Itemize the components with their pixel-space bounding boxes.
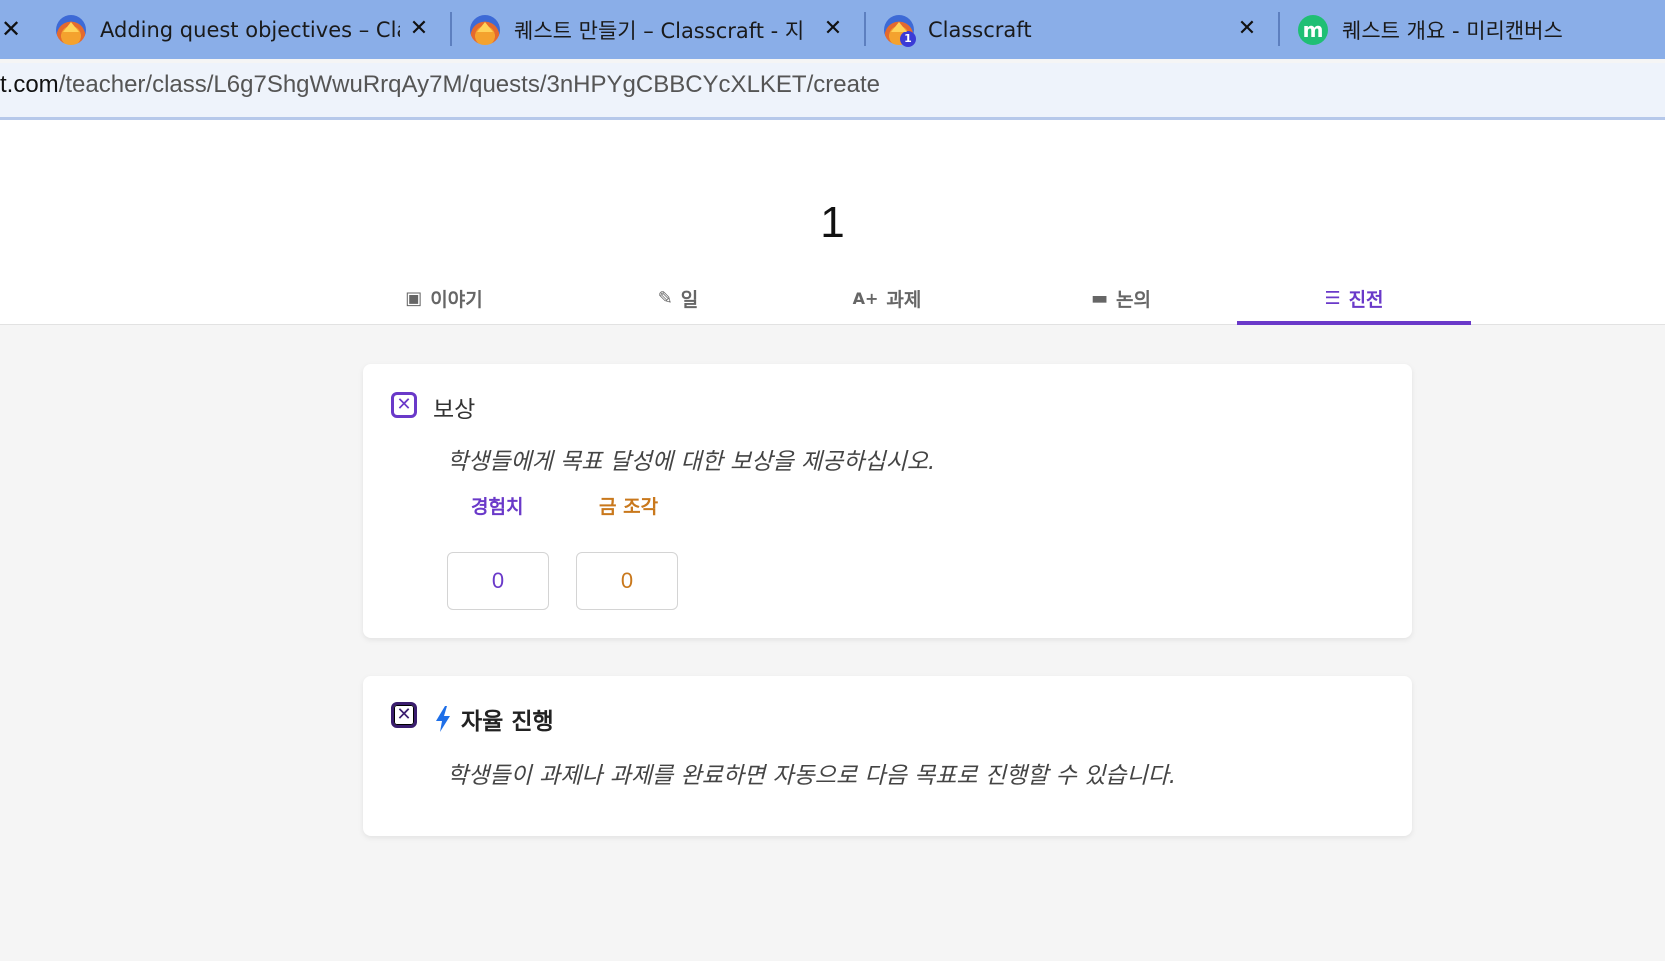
- auto-progress-toggle-checkbox[interactable]: ✕: [391, 702, 417, 728]
- close-icon[interactable]: ✕: [1232, 14, 1262, 44]
- browser-tab-classcraft[interactable]: 1 Classcraft ✕: [884, 0, 1262, 59]
- tab-title: Classcraft: [928, 17, 1032, 42]
- browser-tab-miricanvas[interactable]: m 퀘스트 개요 - 미리캔버스: [1298, 0, 1665, 59]
- lightning-icon: [436, 706, 450, 732]
- gold-label: 금 조각: [599, 496, 659, 518]
- browser-tab-create-quest[interactable]: 퀘스트 만들기 – Classcraft - 지 ✕: [470, 0, 848, 59]
- quest-tabs: ▣ 이야기 ✎ 일 A+ 과제 ▬ 논의 ☰ 진전: [0, 272, 1665, 325]
- tab-separator: [864, 12, 866, 46]
- quest-number: 1: [820, 198, 845, 247]
- tab-title: 퀘스트 만들기 – Classcraft - 지: [514, 18, 805, 43]
- reward-title: 보상: [433, 397, 476, 423]
- close-icon[interactable]: ✕: [818, 14, 848, 44]
- classcraft-notification-icon: 1: [884, 14, 916, 47]
- edit-icon: ✎: [657, 287, 673, 309]
- grade-icon: A+: [852, 288, 879, 308]
- tab-assignment[interactable]: A+ 과제: [770, 272, 1004, 324]
- tab-label: 일: [680, 288, 699, 311]
- tab-separator: [450, 12, 452, 46]
- reward-description: 학생들에게 목표 달성에 대한 보상을 제공하십시오.: [447, 449, 936, 475]
- tab-progress[interactable]: ☰ 진전: [1237, 272, 1471, 325]
- classcraft-icon: [470, 14, 500, 45]
- xp-label: 경험치: [471, 496, 524, 518]
- auto-progress-title: 자율 진행: [461, 709, 554, 735]
- book-icon: ▣: [405, 287, 423, 309]
- close-icon[interactable]: ✕: [404, 14, 434, 44]
- url-host: t.com: [0, 71, 59, 98]
- notification-badge: 1: [900, 30, 916, 47]
- miricanvas-icon: m: [1298, 14, 1328, 45]
- tab-label: 논의: [1116, 288, 1151, 311]
- chat-icon: ▬: [1091, 287, 1109, 309]
- auto-progress-description: 학생들이 과제나 과제를 완료하면 자동으로 다음 목표로 진행할 수 있습니다…: [447, 763, 1177, 789]
- reward-card: ✕ 보상 학생들에게 목표 달성에 대한 보상을 제공하십시오. 경험치 금 조…: [363, 364, 1412, 638]
- gold-input[interactable]: [576, 552, 678, 610]
- url-text[interactable]: t.com/teacher/class/L6g7ShgWwuRrqAy7M/qu…: [0, 71, 880, 99]
- checklist-icon: ☰: [1324, 287, 1341, 309]
- xp-input[interactable]: [447, 552, 549, 610]
- address-bar[interactable]: t.com/teacher/class/L6g7ShgWwuRrqAy7M/qu…: [0, 63, 1665, 120]
- tab-separator: [1278, 12, 1280, 46]
- tab-story[interactable]: ▣ 이야기: [327, 272, 561, 324]
- close-icon[interactable]: ✕: [0, 14, 22, 44]
- tab-label: 과제: [886, 288, 922, 311]
- tab-title: 퀘스트 개요 - 미리캔버스: [1342, 18, 1563, 43]
- tab-label: 이야기: [430, 288, 483, 311]
- tab-label: 진전: [1348, 288, 1384, 311]
- browser-tab-adding-objectives[interactable]: Adding quest objectives – Class ✕: [56, 0, 434, 59]
- tab-discussion[interactable]: ▬ 논의: [1004, 272, 1238, 324]
- classcraft-icon: [56, 14, 86, 45]
- reward-toggle-checkbox[interactable]: ✕: [391, 392, 417, 418]
- tab-task[interactable]: ✎ 일: [561, 272, 795, 324]
- quest-header: 1 ▣ 이야기 ✎ 일 A+ 과제 ▬ 논의 ☰ 진전: [0, 120, 1665, 325]
- tab-title: Adding quest objectives – Class: [100, 17, 400, 42]
- auto-progress-card: ✕ 자율 진행 학생들이 과제나 과제를 완료하면 자동으로 다음 목표로 진행…: [363, 676, 1412, 836]
- url-path: /teacher/class/L6g7ShgWwuRrqAy7M/quests/…: [58, 71, 880, 98]
- browser-tab-bar: ✕ Adding quest objectives – Class ✕ 퀘스트 …: [0, 0, 1665, 59]
